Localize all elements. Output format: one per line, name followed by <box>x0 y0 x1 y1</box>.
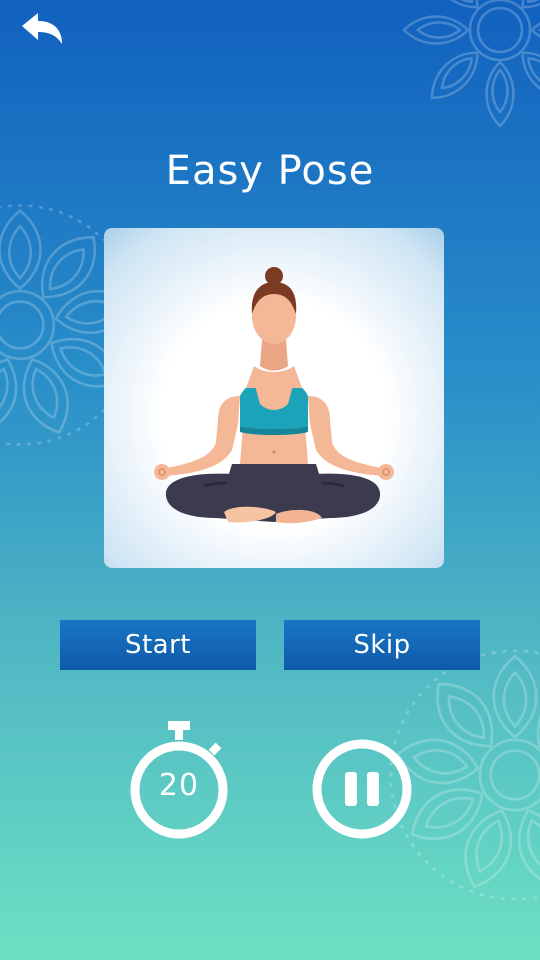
pause-button[interactable] <box>312 739 412 839</box>
start-button[interactable]: Start <box>60 620 256 670</box>
back-arrow-icon <box>22 13 62 44</box>
pose-illustration-card <box>104 228 444 568</box>
mandala-decoration-top-right <box>402 0 540 128</box>
meditating-woman-illustration <box>154 267 394 524</box>
timer-value: 20 <box>158 768 200 803</box>
back-button[interactable] <box>18 10 70 50</box>
stopwatch-timer: 20 <box>128 718 230 842</box>
pause-icon <box>312 739 412 839</box>
skip-button[interactable]: Skip <box>284 620 480 670</box>
page-title: Easy Pose <box>165 148 375 194</box>
